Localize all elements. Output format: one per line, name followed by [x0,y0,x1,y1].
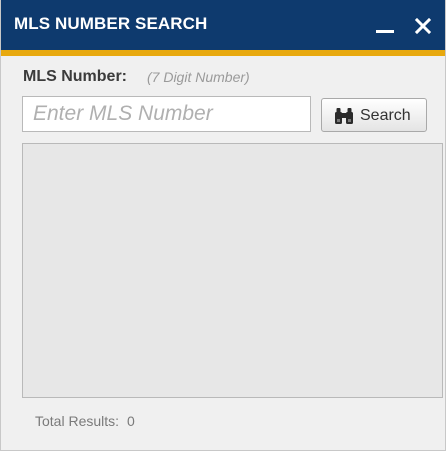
window-body: MLS Number: (7 Digit Number) Search Tota… [1,56,445,450]
search-button[interactable]: Search [321,98,427,132]
minimize-icon [376,30,394,33]
total-results-count: 0 [126,413,135,429]
mls-number-label: MLS Number: [23,68,127,85]
binoculars-icon [335,108,353,124]
results-list[interactable] [22,143,443,398]
title-bar[interactable]: MLS NUMBER SEARCH [1,0,445,56]
mls-search-window: MLS NUMBER SEARCH MLS Number: (7 Digit N… [0,0,446,451]
minimize-button[interactable] [367,8,401,42]
close-button[interactable] [406,8,440,42]
total-results-label: Total Results: [35,413,120,429]
mls-number-hint: (7 Digit Number) [147,69,250,85]
close-icon [415,18,431,34]
total-results: Total Results: 0 [35,413,135,429]
window-title: MLS NUMBER SEARCH [14,14,208,33]
search-button-label: Search [360,107,411,124]
mls-number-input[interactable] [22,96,311,132]
